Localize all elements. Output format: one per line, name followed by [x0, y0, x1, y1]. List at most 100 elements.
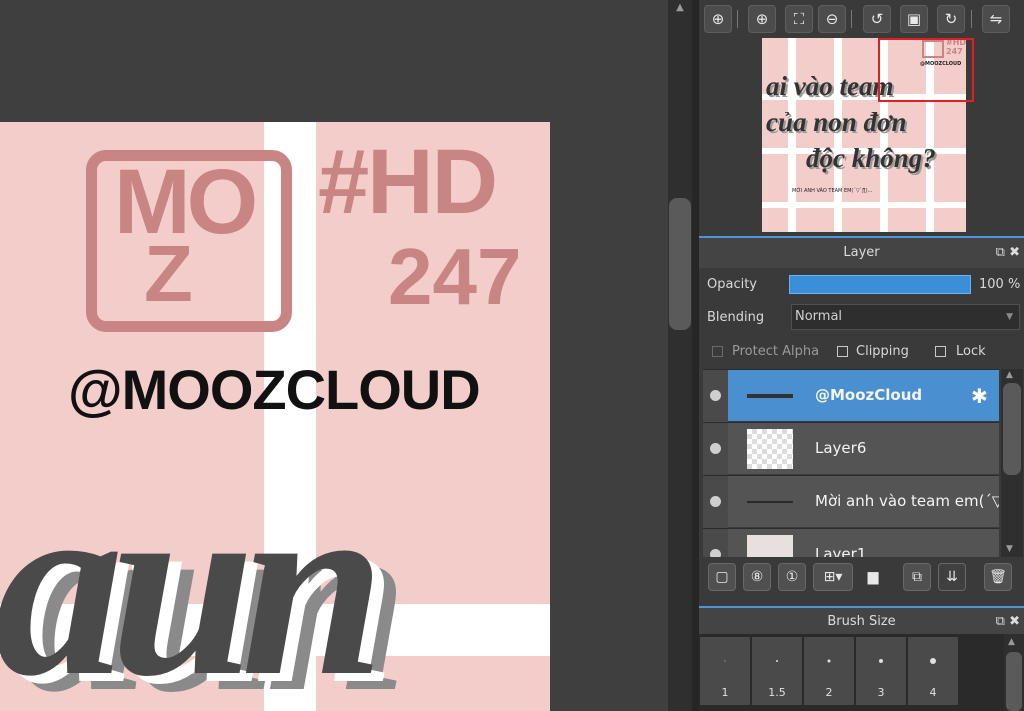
undock-icon[interactable]: ⧉ [996, 614, 1005, 629]
brush-size-cell[interactable]: 3 [856, 637, 906, 705]
brush-dot [724, 660, 726, 662]
folder-icon[interactable]: ▆ [859, 563, 887, 591]
brush-size-header: Brush Size ⧉ ✖ [699, 606, 1024, 636]
canvas-scroll-thumb[interactable] [669, 198, 691, 330]
lock-label: Lock [956, 344, 986, 359]
clipping-checkbox[interactable] [837, 346, 848, 357]
brush-dot [879, 659, 883, 663]
brush-size-cell[interactable]: 2 [804, 637, 854, 705]
brush-size-cell[interactable]: 1 [700, 637, 750, 705]
opacity-label: Opacity [707, 277, 758, 292]
canvas-vertical-scrollbar[interactable] [668, 0, 692, 711]
layer-row-layer1[interactable]: Layer1 [703, 529, 999, 557]
panel-header-controls: ⧉ ✖ [996, 608, 1020, 636]
zoom-in-icon[interactable]: ⊕ [748, 5, 776, 33]
clipping-label: Clipping [856, 344, 909, 359]
layer-panel-title: Layer [843, 245, 880, 260]
chevron-down-icon: ▼ [1006, 312, 1013, 322]
close-icon[interactable]: ✖ [1009, 245, 1020, 260]
layer-scroll-up-icon[interactable]: ▲ [1006, 370, 1013, 380]
brush-size-label: 2 [825, 686, 833, 699]
brush-scroll-thumb[interactable] [1006, 652, 1022, 711]
brush-size-label: 1.5 [768, 686, 786, 699]
protect-alpha-checkbox[interactable] [712, 346, 723, 357]
brush-size-cell[interactable]: 4 [908, 637, 958, 705]
layer-visibility-cell[interactable] [703, 476, 728, 528]
layer-scroll-thumb[interactable] [1003, 383, 1021, 475]
merge-layer-icon[interactable]: ⇊ [938, 563, 966, 591]
panel-header-controls: ⧉ ✖ [996, 238, 1020, 268]
lock-checkbox[interactable] [935, 346, 946, 357]
new-1bit-layer-icon[interactable]: ① [778, 563, 806, 591]
thumb-small-text: MỜI ANH VÀO TEAM EM(´▽`ʃƪ)... [792, 188, 873, 194]
zoom-out-icon[interactable]: ⊖ [818, 5, 846, 33]
gear-icon[interactable]: ✱ [971, 384, 988, 408]
artwork-canvas[interactable]: MO Z #HD 247 @MOOZCLOUD aun aun aun [0, 122, 550, 711]
blending-select[interactable]: Normal ▼ [791, 304, 1020, 330]
add-layer-dropdown-icon[interactable]: ⊞▾ [813, 563, 853, 591]
toolbar-separator [971, 10, 972, 28]
thumb-line3: độc không? [806, 143, 936, 173]
blending-select-value: Normal [795, 309, 843, 324]
zoom-fit-icon[interactable]: ⊕ [704, 5, 732, 33]
thumb-grid-h3 [762, 202, 966, 208]
hashtag-number: 247 [388, 232, 522, 321]
flip-icon[interactable]: ⇋ [982, 5, 1010, 33]
toolbar-separator [851, 10, 852, 28]
layer-name: Layer1 [815, 545, 867, 557]
rotate-right-icon[interactable]: ↻ [937, 5, 965, 33]
layer-row-mooz[interactable]: @MoozCloud ✱ [703, 370, 999, 422]
blending-label: Blending [707, 310, 765, 325]
opacity-value: 100 % [979, 277, 1021, 292]
protect-alpha-label: Protect Alpha [732, 344, 820, 359]
layer-name: Mời anh vào team em(´▽ [815, 492, 999, 510]
brush-size-cell[interactable]: 1.5 [752, 637, 802, 705]
navigator-view-rectangle[interactable] [878, 38, 974, 102]
canvas-area[interactable]: MO Z #HD 247 @MOOZCLOUD aun aun aun [0, 0, 668, 711]
layer-name: @MoozCloud [815, 386, 923, 404]
layer-panel-header: Layer ⧉ ✖ [699, 236, 1024, 268]
navigator-toolbar: ⊕ ⊕ ⛶ ⊖ ↺ ▣ ↻ ⇋ [699, 0, 1024, 39]
opacity-slider[interactable] [789, 275, 971, 294]
trash-icon[interactable]: 🗑 [984, 563, 1012, 591]
layer-thumbnail [747, 429, 793, 469]
visibility-dot-icon[interactable] [710, 443, 721, 454]
brush-scroll-up-icon[interactable]: ▲ [1008, 637, 1015, 647]
layer-visibility-cell[interactable] [703, 370, 728, 422]
handle-text: @MOOZCLOUD [68, 358, 481, 421]
layer-thumbnail [747, 376, 793, 416]
layer-scroll-down-icon[interactable]: ▼ [1006, 544, 1013, 554]
layer-visibility-cell[interactable] [703, 423, 728, 475]
visibility-dot-icon[interactable] [710, 496, 721, 507]
thumb-line2: của non đơn [766, 107, 907, 137]
brush-size-label: 1 [721, 686, 729, 699]
layer-list: @MoozCloud ✱ Layer6 Mời anh vào team em(… [703, 369, 999, 557]
big-text: aun [0, 442, 385, 711]
layer-row-layer6[interactable]: Layer6 [703, 423, 999, 475]
brush-dot [776, 660, 778, 662]
toolbar-separator [737, 10, 738, 28]
fit-window-icon[interactable]: ⛶ [785, 5, 813, 33]
panel-divider[interactable] [692, 0, 699, 711]
layer-thumbnail [747, 535, 793, 557]
new-8bit-layer-icon[interactable]: ⑧ [743, 563, 771, 591]
visibility-dot-icon[interactable] [710, 549, 721, 557]
brush-size-label: 4 [929, 686, 937, 699]
new-layer-icon[interactable]: ▢ [708, 563, 736, 591]
actual-size-icon[interactable]: ▣ [900, 5, 928, 33]
layer-thumbnail [747, 482, 793, 522]
close-icon[interactable]: ✖ [1009, 614, 1020, 629]
undock-icon[interactable]: ⧉ [996, 245, 1005, 260]
duplicate-layer-icon[interactable]: ⧉ [903, 563, 931, 591]
layer-row-text[interactable]: Mời anh vào team em(´▽ [703, 476, 999, 528]
logo-text-bottom: Z [144, 229, 193, 318]
scroll-up-arrow-icon[interactable]: ▲ [671, 2, 689, 16]
brush-size-title: Brush Size [827, 614, 896, 629]
brush-size-label: 3 [877, 686, 885, 699]
layer-visibility-cell[interactable] [703, 529, 728, 557]
layer-name: Layer6 [815, 439, 867, 457]
rotate-left-icon[interactable]: ↺ [863, 5, 891, 33]
visibility-dot-icon[interactable] [710, 390, 721, 401]
layer-thumb-stroke [747, 394, 793, 398]
layer-thumb-stroke [747, 501, 793, 503]
